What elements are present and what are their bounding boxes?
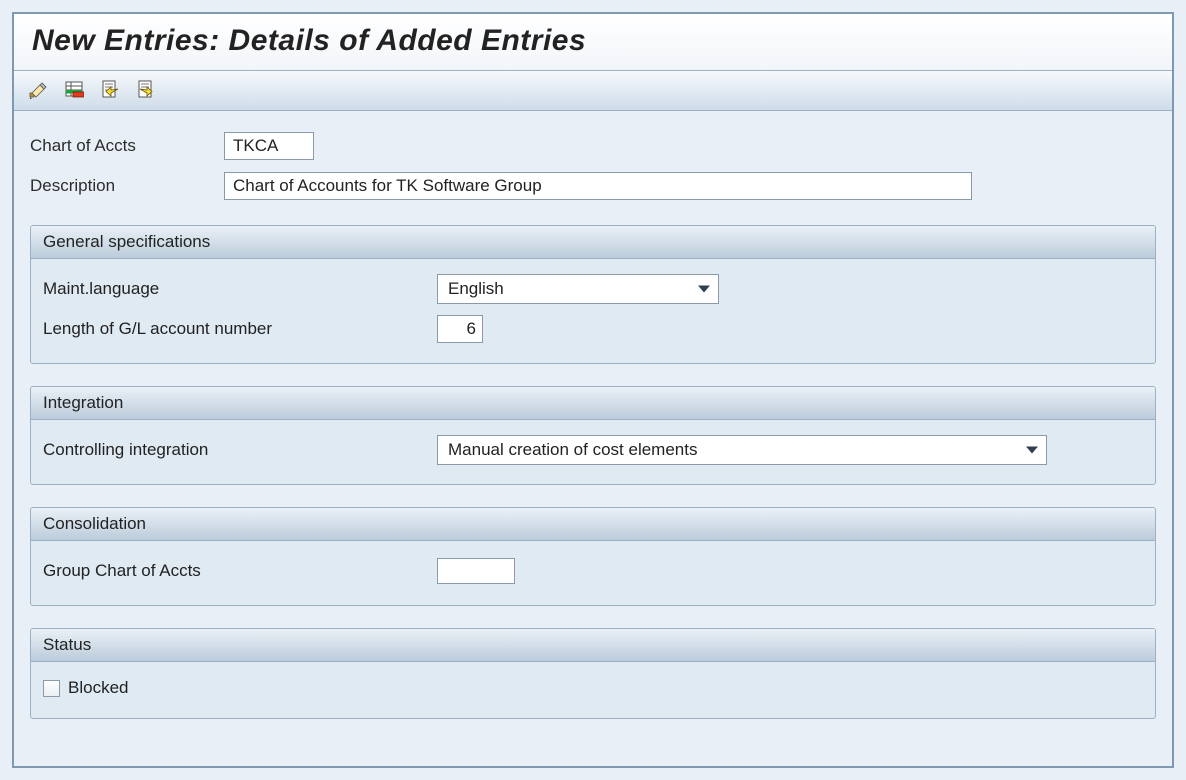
- table-delete-icon: [64, 79, 84, 102]
- toolbar: [14, 71, 1172, 111]
- controlling-integration-dropdown[interactable]: Manual creation of cost elements: [437, 435, 1047, 465]
- chart-of-accts-label: Chart of Accts: [30, 136, 224, 156]
- group-integration-body: Controlling integration Manual creation …: [31, 420, 1155, 484]
- sap-window: New Entries: Details of Added Entries: [12, 12, 1174, 768]
- maint-language-value: English: [448, 279, 504, 299]
- row-controlling-integration: Controlling integration Manual creation …: [43, 430, 1143, 470]
- description-input[interactable]: [224, 172, 972, 200]
- row-blocked: Blocked: [43, 672, 1143, 704]
- toolbar-delete-button[interactable]: [60, 77, 88, 105]
- gl-length-input[interactable]: [437, 315, 483, 343]
- row-maint-language: Maint.language English: [43, 269, 1143, 309]
- row-gl-length: Length of G/L account number: [43, 309, 1143, 349]
- group-status-header: Status: [31, 629, 1155, 662]
- chevron-down-icon: [1026, 447, 1038, 454]
- blocked-checkbox[interactable]: [43, 680, 60, 697]
- group-integration-header: Integration: [31, 387, 1155, 420]
- group-chart-of-accts-input[interactable]: [437, 558, 515, 584]
- group-consolidation-body: Group Chart of Accts: [31, 541, 1155, 605]
- group-general-specifications: General specifications Maint.language En…: [30, 225, 1156, 364]
- page-title: New Entries: Details of Added Entries: [32, 24, 1154, 58]
- group-status: Status Blocked: [30, 628, 1156, 719]
- titlebar: New Entries: Details of Added Entries: [14, 14, 1172, 71]
- toolbar-change-button[interactable]: [24, 77, 52, 105]
- gl-length-label: Length of G/L account number: [43, 319, 437, 339]
- maint-language-label: Maint.language: [43, 279, 437, 299]
- pencil-icon: [28, 79, 48, 102]
- row-group-chart-of-accts: Group Chart of Accts: [43, 551, 1143, 591]
- controlling-integration-label: Controlling integration: [43, 440, 437, 460]
- toolbar-next-entry-button[interactable]: [132, 77, 160, 105]
- group-consolidation: Consolidation Group Chart of Accts: [30, 507, 1156, 606]
- description-label: Description: [30, 176, 224, 196]
- group-chart-of-accts-label: Group Chart of Accts: [43, 561, 437, 581]
- group-general-body: Maint.language English Length of G/L acc…: [31, 259, 1155, 363]
- blocked-checkbox-wrap[interactable]: Blocked: [43, 678, 128, 698]
- group-general-header: General specifications: [31, 226, 1155, 259]
- chevron-down-icon: [698, 286, 710, 293]
- group-consolidation-header: Consolidation: [31, 508, 1155, 541]
- maint-language-dropdown[interactable]: English: [437, 274, 719, 304]
- page-left-arrow-icon: [100, 79, 120, 102]
- group-status-body: Blocked: [31, 662, 1155, 718]
- group-integration: Integration Controlling integration Manu…: [30, 386, 1156, 485]
- header-row-description: Description: [30, 169, 1156, 203]
- toolbar-prev-entry-button[interactable]: [96, 77, 124, 105]
- chart-of-accts-input[interactable]: [224, 132, 314, 160]
- blocked-label: Blocked: [68, 678, 128, 698]
- page-right-arrow-icon: [136, 79, 156, 102]
- content-area: Chart of Accts Description General speci…: [14, 111, 1172, 719]
- header-row-chart-of-accts: Chart of Accts: [30, 129, 1156, 163]
- controlling-integration-value: Manual creation of cost elements: [448, 440, 697, 460]
